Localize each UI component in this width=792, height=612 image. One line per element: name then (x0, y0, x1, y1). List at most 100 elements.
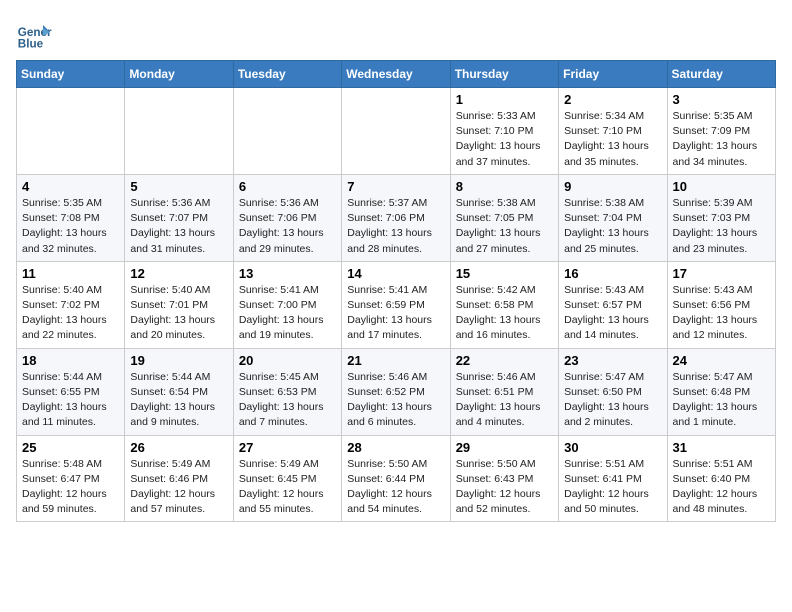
calendar-cell (233, 88, 341, 175)
calendar-cell: 24 Sunrise: 5:47 AMSunset: 6:48 PMDayligh… (667, 348, 775, 435)
day-info: Sunrise: 5:41 AMSunset: 6:59 PMDaylight:… (347, 283, 444, 344)
day-number: 18 (22, 353, 119, 368)
day-number: 19 (130, 353, 227, 368)
calendar-cell: 15 Sunrise: 5:42 AMSunset: 6:58 PMDayligh… (450, 261, 558, 348)
day-info: Sunrise: 5:43 AMSunset: 6:57 PMDaylight:… (564, 283, 661, 344)
day-info: Sunrise: 5:44 AMSunset: 6:55 PMDaylight:… (22, 370, 119, 431)
day-number: 2 (564, 92, 661, 107)
day-number: 17 (673, 266, 770, 281)
calendar-cell: 22 Sunrise: 5:46 AMSunset: 6:51 PMDayligh… (450, 348, 558, 435)
calendar-cell: 13 Sunrise: 5:41 AMSunset: 7:00 PMDayligh… (233, 261, 341, 348)
day-number: 6 (239, 179, 336, 194)
calendar-cell (17, 88, 125, 175)
calendar-cell: 26Sunrise: 5:49 AMSunset: 6:46 PMDayligh… (125, 435, 233, 522)
calendar-header-row: SundayMondayTuesdayWednesdayThursdayFrid… (17, 61, 776, 88)
day-number: 7 (347, 179, 444, 194)
day-number: 12 (130, 266, 227, 281)
header-wednesday: Wednesday (342, 61, 450, 88)
day-info: Sunrise: 5:45 AMSunset: 6:53 PMDaylight:… (239, 370, 336, 431)
header-tuesday: Tuesday (233, 61, 341, 88)
calendar-cell: 27Sunrise: 5:49 AMSunset: 6:45 PMDayligh… (233, 435, 341, 522)
day-info: Sunrise: 5:39 AMSunset: 7:03 PMDaylight:… (673, 196, 770, 257)
day-number: 23 (564, 353, 661, 368)
day-number: 29 (456, 440, 553, 455)
day-info: Sunrise: 5:50 AMSunset: 6:44 PMDaylight:… (347, 457, 444, 518)
day-info: Sunrise: 5:40 AMSunset: 7:02 PMDaylight:… (22, 283, 119, 344)
day-number: 28 (347, 440, 444, 455)
day-info: Sunrise: 5:35 AMSunset: 7:09 PMDaylight:… (673, 109, 770, 170)
day-info: Sunrise: 5:50 AMSunset: 6:43 PMDaylight:… (456, 457, 553, 518)
day-info: Sunrise: 5:46 AMSunset: 6:52 PMDaylight:… (347, 370, 444, 431)
calendar-cell: 9Sunrise: 5:38 AMSunset: 7:04 PMDaylight… (559, 174, 667, 261)
day-info: Sunrise: 5:51 AMSunset: 6:41 PMDaylight:… (564, 457, 661, 518)
header-friday: Friday (559, 61, 667, 88)
day-info: Sunrise: 5:47 AMSunset: 6:50 PMDaylight:… (564, 370, 661, 431)
day-number: 10 (673, 179, 770, 194)
day-info: Sunrise: 5:49 AMSunset: 6:45 PMDaylight:… (239, 457, 336, 518)
calendar-week-row: 4 Sunrise: 5:35 AMSunset: 7:08 PMDaylight… (17, 174, 776, 261)
day-number: 16 (564, 266, 661, 281)
calendar-cell: 18 Sunrise: 5:44 AMSunset: 6:55 PMDayligh… (17, 348, 125, 435)
day-info: Sunrise: 5:37 AMSunset: 7:06 PMDaylight:… (347, 196, 444, 257)
day-info: Sunrise: 5:40 AMSunset: 7:01 PMDaylight:… (130, 283, 227, 344)
day-number: 22 (456, 353, 553, 368)
day-info: Sunrise: 5:42 AMSunset: 6:58 PMDaylight:… (456, 283, 553, 344)
day-info: Sunrise: 5:44 AMSunset: 6:54 PMDaylight:… (130, 370, 227, 431)
day-number: 30 (564, 440, 661, 455)
calendar-cell: 16 Sunrise: 5:43 AMSunset: 6:57 PMDayligh… (559, 261, 667, 348)
day-number: 13 (239, 266, 336, 281)
day-number: 9 (564, 179, 661, 194)
logo-icon: General Blue (16, 16, 52, 52)
calendar-week-row: 1 Sunrise: 5:33 AMSunset: 7:10 PMDaylight… (17, 88, 776, 175)
day-number: 14 (347, 266, 444, 281)
day-info: Sunrise: 5:47 AMSunset: 6:48 PMDaylight:… (673, 370, 770, 431)
day-info: Sunrise: 5:36 AMSunset: 7:07 PMDaylight:… (130, 196, 227, 257)
calendar-cell: 11 Sunrise: 5:40 AMSunset: 7:02 PMDayligh… (17, 261, 125, 348)
calendar-cell: 1 Sunrise: 5:33 AMSunset: 7:10 PMDaylight… (450, 88, 558, 175)
calendar-cell: 25 Sunrise: 5:48 AMSunset: 6:47 PMDayligh… (17, 435, 125, 522)
day-info: Sunrise: 5:48 AMSunset: 6:47 PMDaylight:… (22, 457, 119, 518)
page-header: General Blue (16, 16, 776, 52)
calendar-week-row: 18 Sunrise: 5:44 AMSunset: 6:55 PMDayligh… (17, 348, 776, 435)
calendar-cell: 29 Sunrise: 5:50 AMSunset: 6:43 PMDayligh… (450, 435, 558, 522)
calendar-cell: 20 Sunrise: 5:45 AMSunset: 6:53 PMDayligh… (233, 348, 341, 435)
day-info: Sunrise: 5:46 AMSunset: 6:51 PMDaylight:… (456, 370, 553, 431)
calendar-cell: 10 Sunrise: 5:39 AMSunset: 7:03 PMDayligh… (667, 174, 775, 261)
calendar-cell: 30 Sunrise: 5:51 AMSunset: 6:41 PMDayligh… (559, 435, 667, 522)
day-info: Sunrise: 5:36 AMSunset: 7:06 PMDaylight:… (239, 196, 336, 257)
header-sunday: Sunday (17, 61, 125, 88)
calendar-cell: 14 Sunrise: 5:41 AMSunset: 6:59 PMDayligh… (342, 261, 450, 348)
day-number: 8 (456, 179, 553, 194)
calendar-cell: 2Sunrise: 5:34 AMSunset: 7:10 PMDaylight… (559, 88, 667, 175)
day-info: Sunrise: 5:49 AMSunset: 6:46 PMDaylight:… (130, 457, 227, 518)
calendar-cell (342, 88, 450, 175)
day-number: 24 (673, 353, 770, 368)
calendar-cell: 7 Sunrise: 5:37 AMSunset: 7:06 PMDaylight… (342, 174, 450, 261)
day-number: 20 (239, 353, 336, 368)
calendar-cell: 3 Sunrise: 5:35 AMSunset: 7:09 PMDaylight… (667, 88, 775, 175)
day-info: Sunrise: 5:35 AMSunset: 7:08 PMDaylight:… (22, 196, 119, 257)
calendar-cell: 19 Sunrise: 5:44 AMSunset: 6:54 PMDayligh… (125, 348, 233, 435)
calendar-cell: 28 Sunrise: 5:50 AMSunset: 6:44 PMDayligh… (342, 435, 450, 522)
day-number: 4 (22, 179, 119, 194)
day-number: 31 (673, 440, 770, 455)
day-number: 21 (347, 353, 444, 368)
calendar-cell: 6 Sunrise: 5:36 AMSunset: 7:06 PMDaylight… (233, 174, 341, 261)
day-number: 5 (130, 179, 227, 194)
day-number: 15 (456, 266, 553, 281)
day-number: 1 (456, 92, 553, 107)
day-number: 25 (22, 440, 119, 455)
calendar-cell: 31Sunrise: 5:51 AMSunset: 6:40 PMDayligh… (667, 435, 775, 522)
calendar-cell: 12 Sunrise: 5:40 AMSunset: 7:01 PMDayligh… (125, 261, 233, 348)
day-info: Sunrise: 5:38 AMSunset: 7:05 PMDaylight:… (456, 196, 553, 257)
calendar-cell: 21 Sunrise: 5:46 AMSunset: 6:52 PMDayligh… (342, 348, 450, 435)
header-monday: Monday (125, 61, 233, 88)
day-info: Sunrise: 5:41 AMSunset: 7:00 PMDaylight:… (239, 283, 336, 344)
header-thursday: Thursday (450, 61, 558, 88)
day-number: 3 (673, 92, 770, 107)
day-number: 11 (22, 266, 119, 281)
calendar-week-row: 11 Sunrise: 5:40 AMSunset: 7:02 PMDayligh… (17, 261, 776, 348)
svg-text:Blue: Blue (18, 38, 44, 51)
day-info: Sunrise: 5:33 AMSunset: 7:10 PMDaylight:… (456, 109, 553, 170)
header-saturday: Saturday (667, 61, 775, 88)
